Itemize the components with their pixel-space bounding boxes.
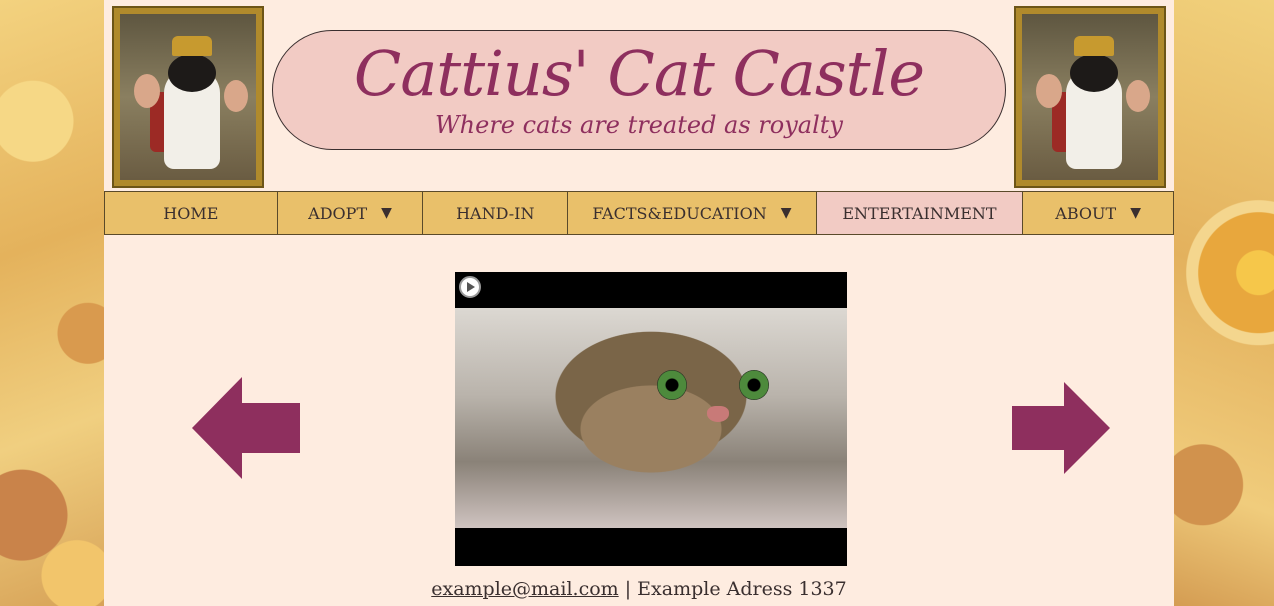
chevron-down-icon: ▼ bbox=[780, 205, 792, 221]
nav-label: ABOUT bbox=[1055, 203, 1117, 223]
nav-item-about[interactable]: ABOUT ▼ bbox=[1023, 192, 1173, 234]
email-link[interactable]: example@mail.com bbox=[431, 578, 618, 600]
nav-item-facts-education[interactable]: FACTS&EDUCATION ▼ bbox=[568, 192, 817, 234]
site-title: Cattius' Cat Castle bbox=[353, 37, 925, 110]
video-frame bbox=[455, 308, 847, 528]
footer-separator: | bbox=[624, 578, 632, 600]
nav-item-home[interactable]: HOME bbox=[105, 192, 278, 234]
royal-cat-portrait-right bbox=[1014, 6, 1166, 188]
royal-cat-portrait-left bbox=[112, 6, 264, 188]
main-nav: HOME ADOPT ▼ HAND-IN FACTS&EDUCATION ▼ E… bbox=[104, 191, 1174, 235]
nav-label: HOME bbox=[163, 203, 219, 223]
nav-label: HAND-IN bbox=[456, 203, 535, 223]
cat-eye bbox=[657, 370, 687, 400]
site-subtitle: Where cats are treated as royalty bbox=[435, 111, 843, 139]
nav-item-hand-in[interactable]: HAND-IN bbox=[423, 192, 569, 234]
site-banner: Cattius' Cat Castle Where cats are treat… bbox=[272, 30, 1006, 150]
nav-label: ADOPT bbox=[308, 203, 368, 223]
arrow-left-icon[interactable] bbox=[192, 377, 302, 479]
nav-item-entertainment[interactable]: ENTERTAINMENT bbox=[816, 192, 1024, 234]
nav-label: ENTERTAINMENT bbox=[842, 203, 997, 223]
cat-video-player[interactable] bbox=[455, 272, 847, 566]
footer-address: Example Adress 1337 bbox=[637, 578, 847, 600]
floral-wallpaper-left bbox=[0, 0, 110, 606]
nav-label: FACTS&EDUCATION bbox=[592, 203, 767, 223]
cat-eye bbox=[739, 370, 769, 400]
chevron-down-icon: ▼ bbox=[1130, 205, 1141, 221]
nav-item-adopt[interactable]: ADOPT ▼ bbox=[277, 192, 424, 234]
footer-contact: example@mail.com | Example Adress 1337 bbox=[104, 578, 1174, 600]
play-icon[interactable] bbox=[459, 276, 481, 298]
arrow-right-icon[interactable] bbox=[1012, 382, 1110, 474]
chevron-down-icon: ▼ bbox=[381, 205, 392, 221]
page-container: Cattius' Cat Castle Where cats are treat… bbox=[104, 0, 1174, 606]
cat-nose bbox=[707, 406, 729, 422]
floral-wallpaper-right bbox=[1172, 0, 1274, 606]
